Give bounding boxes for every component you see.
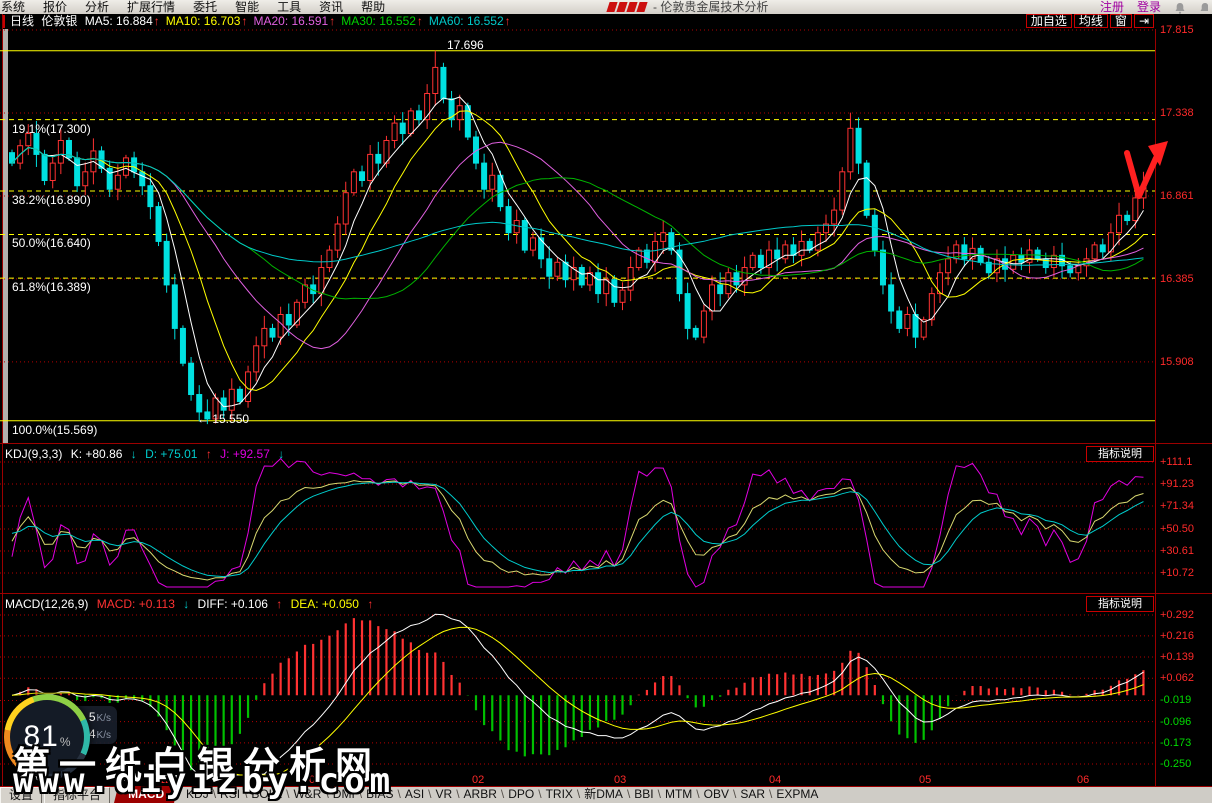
macd-item-1: ↓ <box>183 597 192 611</box>
title-bar: 系统报价分析扩展行情委托智能工具资讯帮助 - 伦敦贵金属技术分析 注册 登录 <box>0 0 1212 14</box>
dock-right-icon[interactable]: ⇥ <box>1134 14 1154 28</box>
macd-title: MACD(12,26,9) <box>5 597 88 611</box>
menu-item-2[interactable]: 分析 <box>76 0 118 14</box>
month-label-04: 04 <box>769 774 787 786</box>
upload-speed-unit: K/s <box>97 713 111 724</box>
kdj-header: KDJ(9,3,3) K: +80.86 ↓ D: +75.01 ↑ J: +9… <box>5 447 294 461</box>
kdj-item-0: K: +80.86 <box>71 447 126 461</box>
macd-axis-label: +0.216 <box>1160 630 1194 642</box>
ma-values: MA5: 16.884↑MA10: 16.703↑MA20: 16.591↑MA… <box>85 14 517 28</box>
chart-toolbar-buttons: 加自选均线窗⇥ <box>1026 14 1154 28</box>
macd-axis-label: -0.250 <box>1160 758 1191 770</box>
chart-header-bar: 日线 伦敦银 MA5: 16.884↑MA10: 16.703↑MA20: 16… <box>0 14 1212 29</box>
kdj-item-5: ↓ <box>278 447 284 461</box>
macd-item-3: ↑ <box>276 597 285 611</box>
macd-axis-label: -0.096 <box>1160 716 1191 728</box>
ma-trend-arrow: ↑ <box>505 14 511 28</box>
login-link[interactable]: 登录 <box>1137 0 1161 14</box>
tab-mtm[interactable]: MTM <box>661 787 696 803</box>
macd-values: MACD: +0.113 ↓ DIFF: +0.106 ↑ DEA: +0.05… <box>97 597 379 611</box>
tab-obv[interactable]: OBV <box>700 787 733 803</box>
month-label-06: 06 <box>1077 774 1095 786</box>
kdj-values: K: +80.86 ↓ D: +75.01 ↑ J: +92.57 ↓ <box>71 447 290 461</box>
macd-item-2: DIFF: +0.106 <box>198 597 272 611</box>
menu-item-0[interactable]: 系统 <box>0 0 34 14</box>
kdj-item-2: D: +75.01 <box>145 447 201 461</box>
ma-value: MA5: 16.884 <box>85 14 153 28</box>
menu-item-6[interactable]: 工具 <box>268 0 310 14</box>
macd-top-border <box>0 593 1212 594</box>
macd-axis-label: +0.292 <box>1160 609 1194 621</box>
menu-item-1[interactable]: 报价 <box>34 0 76 14</box>
tab-新dma[interactable]: 新DMA <box>580 787 627 803</box>
menu-bar: 系统报价分析扩展行情委托智能工具资讯帮助 <box>0 0 394 14</box>
tab-asi[interactable]: ASI <box>401 787 428 803</box>
macd-axis-label: -0.019 <box>1160 694 1191 706</box>
kdj-axis-label: +50.50 <box>1160 523 1194 535</box>
trading-app-window: 系统报价分析扩展行情委托智能工具资讯帮助 - 伦敦贵金属技术分析 注册 登录 日… <box>0 0 1212 803</box>
brand-logo <box>608 2 648 12</box>
macd-axis-label: +0.139 <box>1160 651 1194 663</box>
ma-values-row: 日线 伦敦银 MA5: 16.884↑MA10: 16.703↑MA20: 16… <box>10 14 521 29</box>
kdj-item-1: ↓ <box>131 447 140 461</box>
ma-trend-arrow: ↑ <box>241 14 247 28</box>
notification-bell-icon[interactable] <box>1174 2 1186 14</box>
macd-item-4: DEA: +0.050 <box>291 597 363 611</box>
month-label-02: 02 <box>472 774 490 786</box>
ma-trend-arrow: ↑ <box>417 14 423 28</box>
upload-speed-value: 5 <box>89 710 96 724</box>
kdj-axis-label: +111.1 <box>1160 456 1192 468</box>
macd-indicator-help-button[interactable]: 指标说明 <box>1086 596 1154 612</box>
app-title: - 伦敦贵金属技术分析 <box>653 0 768 14</box>
kdj-title: KDJ(9,3,3) <box>5 447 62 461</box>
menu-item-4[interactable]: 委托 <box>184 0 226 14</box>
ma-trend-arrow: ↑ <box>154 14 160 28</box>
menu-item-8[interactable]: 帮助 <box>352 0 394 14</box>
ma-value: MA30: 16.552 <box>341 14 416 28</box>
macd-axis-label: +0.062 <box>1160 672 1194 684</box>
kdj-top-border <box>0 443 1212 444</box>
register-link[interactable]: 注册 <box>1100 0 1124 14</box>
trend-arrow-annotation <box>0 29 1212 443</box>
tab-expma[interactable]: EXPMA <box>772 787 822 803</box>
kdj-axis-label: +71.34 <box>1160 500 1194 512</box>
edge-bell-icon[interactable] <box>1199 2 1208 14</box>
tab-bbi[interactable]: BBI <box>630 787 657 803</box>
macd-item-0: MACD: +0.113 <box>97 597 178 611</box>
tab-arbr[interactable]: ARBR <box>460 787 501 803</box>
kdj-axis-label: +10.72 <box>1160 567 1194 579</box>
tab-trix[interactable]: TRIX <box>542 787 577 803</box>
account-area: 注册 登录 <box>1100 0 1208 14</box>
ma-trend-arrow: ↑ <box>329 14 335 28</box>
kdj-axis-label: +91.23 <box>1160 478 1194 490</box>
period-label: 日线 <box>10 14 34 28</box>
macd-item-5: ↑ <box>367 597 373 611</box>
tab-sar[interactable]: SAR <box>736 787 769 803</box>
macd-axis-label: -0.173 <box>1160 737 1191 749</box>
brand: - 伦敦贵金属技术分析 <box>608 0 768 14</box>
menu-item-5[interactable]: 智能 <box>226 0 268 14</box>
window-button[interactable]: 窗 <box>1110 14 1132 28</box>
month-label-05: 05 <box>919 774 937 786</box>
ma-value: MA20: 16.591 <box>253 14 328 28</box>
month-label-03: 03 <box>614 774 632 786</box>
kdj-item-4: J: +92.57 <box>220 447 273 461</box>
menu-item-7[interactable]: 资讯 <box>310 0 352 14</box>
kdj-item-3: ↑ <box>206 447 215 461</box>
ma-value: MA10: 16.703 <box>166 14 241 28</box>
menu-item-3[interactable]: 扩展行情 <box>118 0 184 14</box>
ma-value: MA60: 16.552 <box>429 14 504 28</box>
tab-vr[interactable]: VR <box>432 787 457 803</box>
kdj-axis-label: +30.61 <box>1160 545 1194 557</box>
symbol-label: 伦敦银 <box>41 14 77 28</box>
add-watchlist-button[interactable]: 加自选 <box>1026 14 1072 28</box>
tab-dpo[interactable]: DPO <box>504 787 538 803</box>
kdj-chart[interactable] <box>0 446 1155 588</box>
watermark-site-url: www.diyizby.com <box>13 761 395 801</box>
macd-header: MACD(12,26,9) MACD: +0.113 ↓ DIFF: +0.10… <box>5 597 383 611</box>
kdj-indicator-help-button[interactable]: 指标说明 <box>1086 446 1154 462</box>
ma-toggle-button[interactable]: 均线 <box>1074 14 1108 28</box>
